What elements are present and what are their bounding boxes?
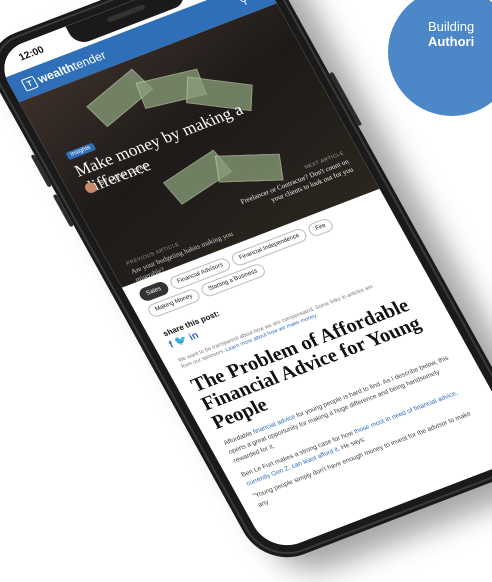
badge-line-2: Authori bbox=[428, 34, 475, 49]
logo-mark-icon: T bbox=[20, 75, 39, 92]
badge-line-1: Building bbox=[428, 19, 475, 34]
building-authority-badge: Building Authori bbox=[388, 0, 492, 116]
tag-fire[interactable]: Fire bbox=[306, 216, 336, 238]
status-time: 12:00 bbox=[17, 44, 47, 64]
search-menu-icons[interactable]: ⚲ ≡ bbox=[237, 0, 259, 8]
